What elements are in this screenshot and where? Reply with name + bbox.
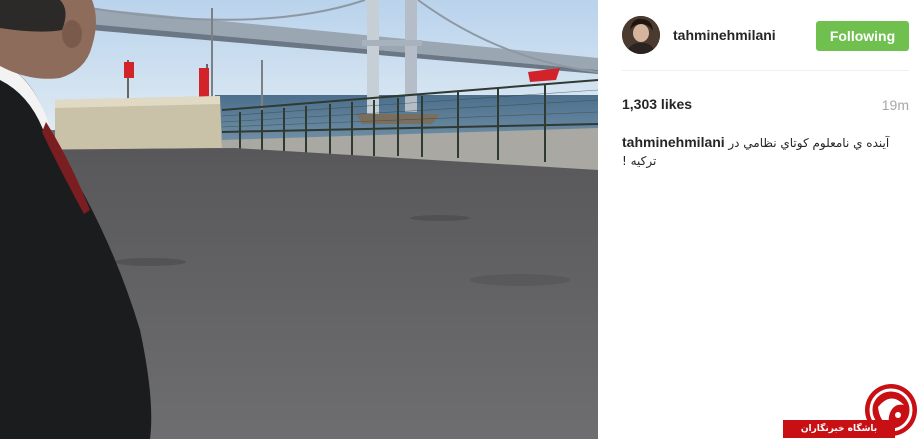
header-divider	[622, 70, 909, 71]
post-details-panel: tahminehmilani Following 1,303 likes 19m…	[598, 0, 919, 439]
watermark-banner: باشگاه خبرنگاران	[783, 420, 895, 438]
following-button[interactable]: Following	[816, 21, 909, 51]
post-header: tahminehmilani Following	[598, 0, 919, 70]
caption-username[interactable]: tahminehmilani	[622, 134, 725, 150]
post-caption: tahminehmilani آينده ي نامعلوم كوتاي نظا…	[622, 133, 912, 170]
avatar[interactable]	[622, 16, 660, 54]
profile-photo-icon	[622, 16, 660, 54]
post-photo-image	[0, 0, 598, 439]
post-username[interactable]: tahminehmilani	[673, 27, 776, 43]
post-photo	[0, 0, 598, 439]
likes-count[interactable]: 1,303 likes	[622, 96, 692, 112]
post-time[interactable]: 19m	[882, 97, 909, 113]
